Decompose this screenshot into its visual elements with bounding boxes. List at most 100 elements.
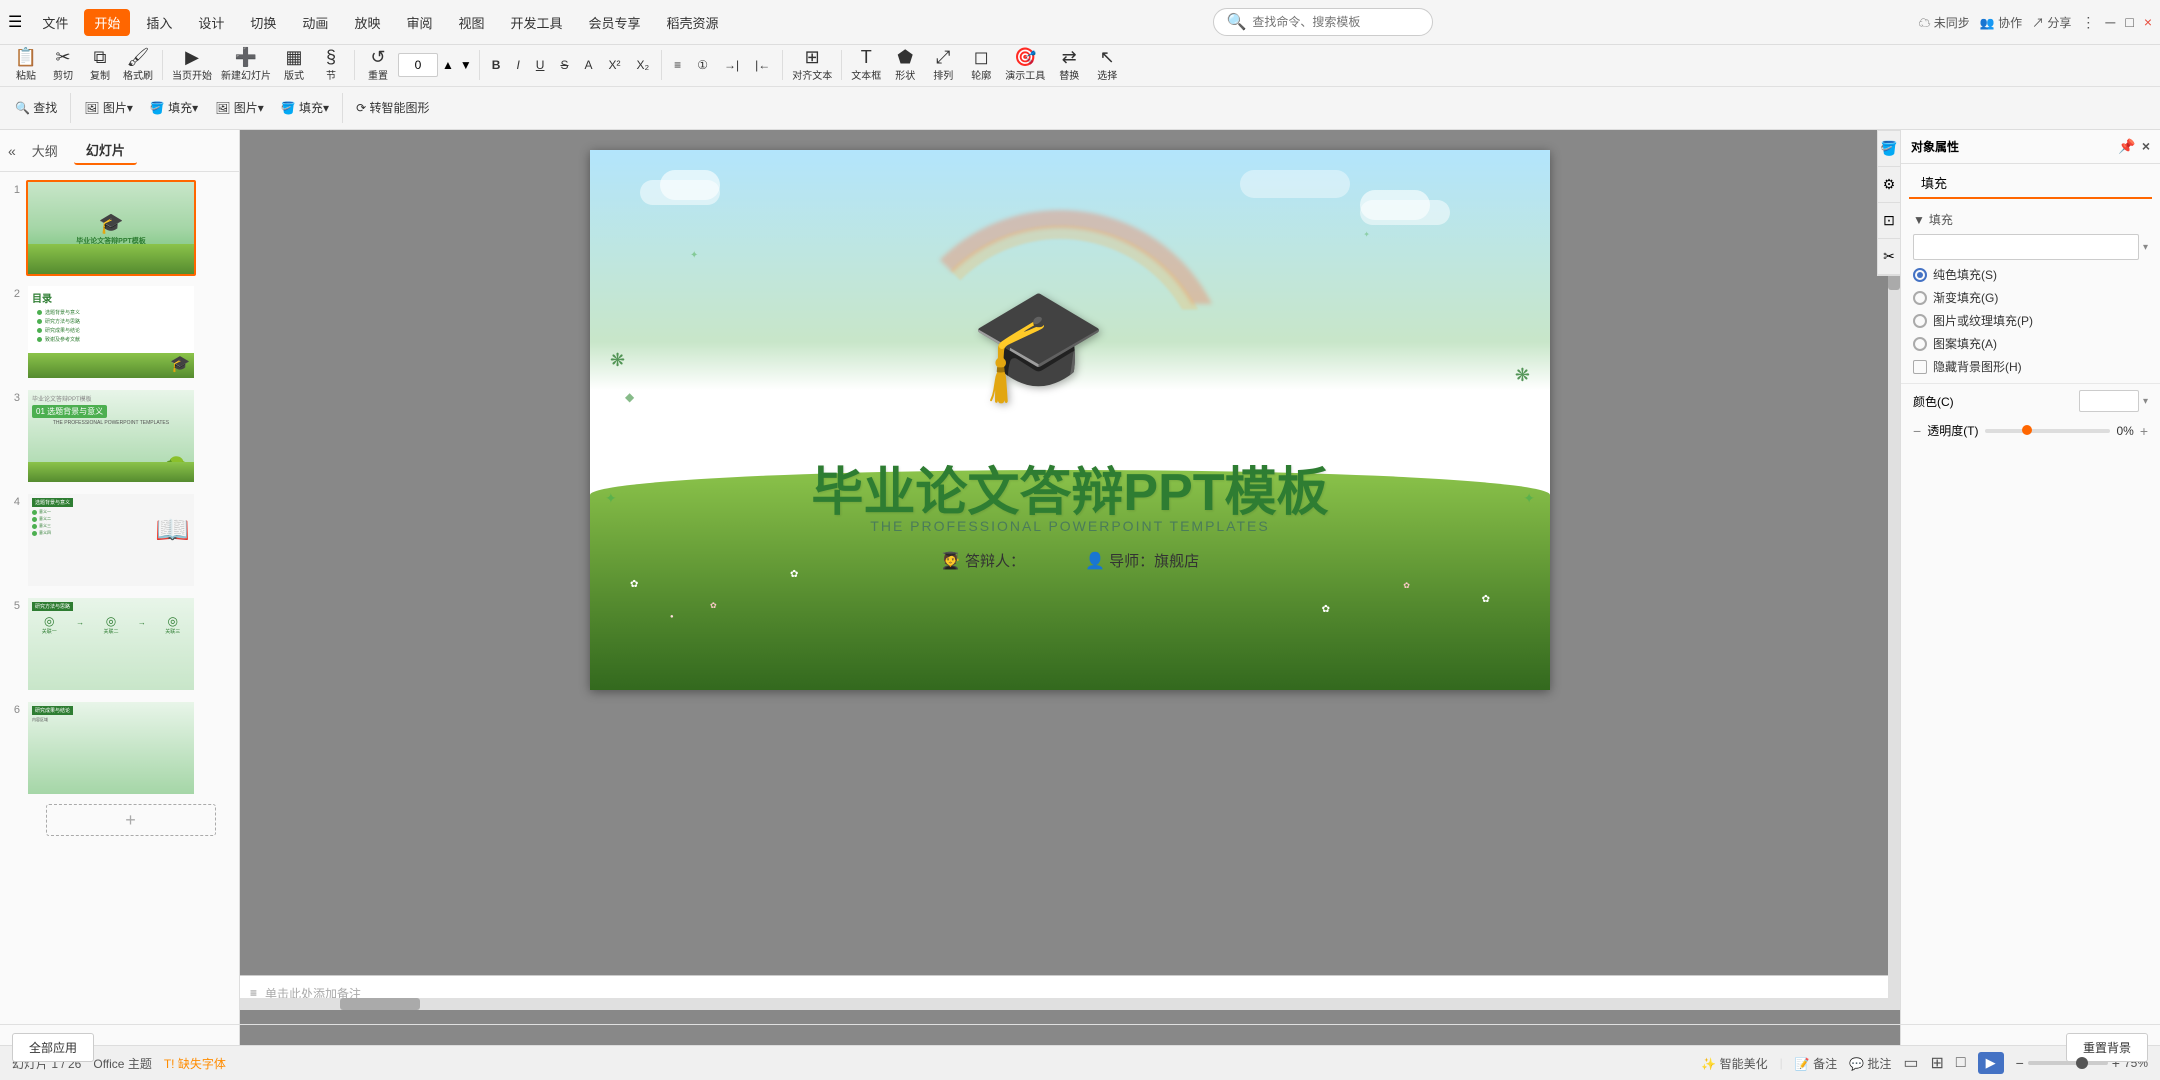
font-size-up-btn[interactable]: ▲ (442, 58, 454, 72)
slide-item-4[interactable]: 4 选题背景与意义 意义一 意义二 意义三 意义四 📖 (4, 492, 235, 588)
paste-btn[interactable]: 📋 粘贴 (8, 46, 44, 84)
align-text-btn[interactable]: ⊞ 对齐文本 (788, 46, 836, 84)
numbered-list-btn[interactable]: ① (690, 51, 715, 79)
slide-thumb-4[interactable]: 选题背景与意义 意义一 意义二 意义三 意义四 📖 (26, 492, 196, 588)
slide-canvas[interactable]: 🎓 ✿ ✿ ✿ ● ✿ ✿ ✿ ❋ ◆ (590, 150, 1550, 690)
size-icon[interactable]: ⊡ (1878, 203, 1900, 239)
menu-view[interactable]: 视图 (448, 9, 494, 36)
fill-dropdown-arrow[interactable]: ▾ (2143, 242, 2148, 253)
shape-btn[interactable]: ⬟ 形状 (887, 46, 923, 84)
bullet-list-btn[interactable]: ≡ (667, 51, 688, 79)
more-options-icon[interactable]: ⋮ (2081, 14, 2095, 31)
section-btn[interactable]: § 节 (313, 46, 349, 84)
zoom-slider[interactable] (2028, 1061, 2108, 1065)
underline-btn[interactable]: U (529, 51, 552, 79)
apply-all-btn[interactable]: 全部应用 (12, 1033, 94, 1062)
outline-btn[interactable]: ◻ 轮廓 (963, 46, 999, 84)
tab-slides[interactable]: 幻灯片 (74, 136, 137, 165)
minimize-btn[interactable]: ─ (2105, 14, 2115, 30)
format-brush-btn[interactable]: 🖌 格式刷 (119, 46, 157, 84)
sync-status[interactable]: ☁ 未同步 (1918, 14, 1969, 31)
fill-tab-icon[interactable]: 🪣 (1878, 131, 1900, 167)
slide-item-5[interactable]: 5 研究方法与思路 ◎关联一 → ◎关联二 → ◎关联三 (4, 596, 235, 692)
search-input[interactable] (1252, 15, 1412, 29)
menu-design[interactable]: 设计 (188, 9, 234, 36)
color-picker-btn[interactable] (2079, 390, 2139, 412)
cut-btn[interactable]: ✂ 剪切 (45, 46, 81, 84)
collaborate-btn[interactable]: 👥 协作 (1980, 14, 2022, 31)
select-btn[interactable]: ↖ 选择 (1089, 46, 1125, 84)
menu-transition[interactable]: 切换 (240, 9, 286, 36)
maximize-btn[interactable]: □ (2125, 14, 2133, 30)
fill-option-gradient[interactable]: 渐变填充(G) (1913, 289, 2148, 306)
indent-less-btn[interactable]: |← (748, 51, 777, 79)
fill-option-hide-bg[interactable]: 隐藏背景图形(H) (1913, 358, 2148, 375)
superscript-btn[interactable]: X² (602, 51, 628, 79)
menu-review[interactable]: 审阅 (396, 9, 442, 36)
fill-option-picture[interactable]: 图片或纹理填充(P) (1913, 312, 2148, 329)
textbox-btn[interactable]: T 文本框 (847, 46, 885, 84)
copy-btn[interactable]: ⧉ 复制 (82, 46, 118, 84)
fill-btn[interactable]: 🪣 填充▾ (143, 94, 205, 122)
fill-tab-active[interactable]: 填充 (1909, 168, 2152, 199)
play-from-current-btn[interactable]: ▶ 当页开始 (168, 46, 216, 84)
menu-insert[interactable]: 插入 (136, 9, 182, 36)
transparency-minus-btn[interactable]: − (1913, 423, 1921, 439)
pin-icon[interactable]: 📌 (2118, 138, 2135, 155)
bold-btn[interactable]: B (485, 51, 508, 79)
italic-btn[interactable]: I (509, 51, 526, 79)
horizontal-scrollbar[interactable] (240, 998, 1888, 1010)
font-size-input[interactable] (398, 53, 438, 77)
indent-more-btn[interactable]: →| (717, 51, 746, 79)
toolbar: 📋 粘贴 ✂ 剪切 ⧉ 复制 🖌 格式刷 ▶ 当页开始 (0, 45, 2160, 130)
menu-slideshow[interactable]: 放映 (344, 9, 390, 36)
slide-thumb-2[interactable]: 目录 选题背景与意义 研究方法与思路 研究成果与结论 致谢及参考文献 🎓 (26, 284, 196, 380)
menu-file[interactable]: 文件 (32, 9, 78, 36)
slide-item-2[interactable]: 2 目录 选题背景与意义 研究方法与思路 研究成果与结论 致谢及参考文献 🎓 (4, 284, 235, 380)
smart-shape-btn[interactable]: ⟳ 转智能图形 (349, 94, 436, 122)
slide-item-6[interactable]: 6 研究成果与结论 内容区域 (4, 700, 235, 796)
hamburger-icon[interactable]: ☰ (8, 12, 22, 32)
slide-thumb-3[interactable]: 毕业论文答辩PPT模板 01 选题背景与意义 THE PROFESSIONAL … (26, 388, 196, 484)
menu-resources[interactable]: 稻壳资源 (657, 9, 729, 36)
slide-item-1[interactable]: 1 🎓 毕业论文答辩PPT模板 (4, 180, 235, 276)
subscript-btn[interactable]: X₂ (630, 51, 657, 79)
strikethrough-btn[interactable]: S (553, 51, 575, 79)
image2-btn[interactable]: 🖼 图片▾ (208, 94, 271, 122)
add-slide-btn[interactable]: + (46, 804, 216, 836)
close-right-panel-btn[interactable]: × (2142, 138, 2150, 155)
layout-btn[interactable]: ▦ 版式 (276, 46, 312, 84)
arrange-btn[interactable]: ⤢ 排列 (925, 46, 961, 84)
crop-icon[interactable]: ✂ (1878, 239, 1900, 275)
image-btn[interactable]: 🖼 图片▾ (77, 94, 140, 122)
font-color-btn[interactable]: A (577, 51, 599, 79)
menu-premium[interactable]: 会员专享 (579, 9, 651, 36)
slide-thumb-5[interactable]: 研究方法与思路 ◎关联一 → ◎关联二 → ◎关联三 (26, 596, 196, 692)
tab-outline[interactable]: 大纲 (20, 137, 70, 164)
slide-thumb-6[interactable]: 研究成果与结论 内容区域 (26, 700, 196, 796)
font-size-down-btn[interactable]: ▼ (460, 58, 472, 72)
slide-main-title-cn[interactable]: 毕业论文答辩PPT模板 (811, 450, 1328, 525)
slide-item-3[interactable]: 3 毕业论文答辩PPT模板 01 选题背景与意义 THE PROFESSIONA… (4, 388, 235, 484)
transparency-plus-btn[interactable]: + (2140, 423, 2148, 439)
fill-option-solid[interactable]: 纯色填充(S) (1913, 266, 2148, 283)
fill-type-dropdown[interactable] (1913, 234, 2139, 260)
color-dropdown-arrow[interactable]: ▾ (2143, 396, 2148, 407)
reset-btn[interactable]: ↺ 重置 (360, 46, 396, 84)
fill-option-pattern[interactable]: 图案填充(A) (1913, 335, 2148, 352)
close-btn[interactable]: × (2144, 14, 2152, 30)
adjust-icon[interactable]: ⚙ (1878, 167, 1900, 203)
new-slide-btn[interactable]: ➕ 新建幻灯片 (217, 46, 275, 84)
menu-animation[interactable]: 动画 (292, 9, 338, 36)
present-tools-btn[interactable]: 🎯 演示工具 (1001, 46, 1049, 84)
menu-devtools[interactable]: 开发工具 (500, 9, 572, 36)
slide-thumb-1[interactable]: 🎓 毕业论文答辩PPT模板 (26, 180, 196, 276)
replace-btn[interactable]: ⇄ 替换 (1051, 46, 1087, 84)
fill2-btn[interactable]: 🪣 填充▾ (274, 94, 336, 122)
transparency-slider[interactable] (1985, 429, 2111, 433)
checkbox-hide-bg[interactable] (1913, 360, 1927, 374)
menu-start[interactable]: 开始 (84, 9, 130, 36)
panel-collapse-btn[interactable]: « (8, 143, 16, 159)
find-btn[interactable]: 🔍 查找 (8, 94, 64, 122)
share-btn[interactable]: ↗ 分享 (2032, 14, 2071, 31)
